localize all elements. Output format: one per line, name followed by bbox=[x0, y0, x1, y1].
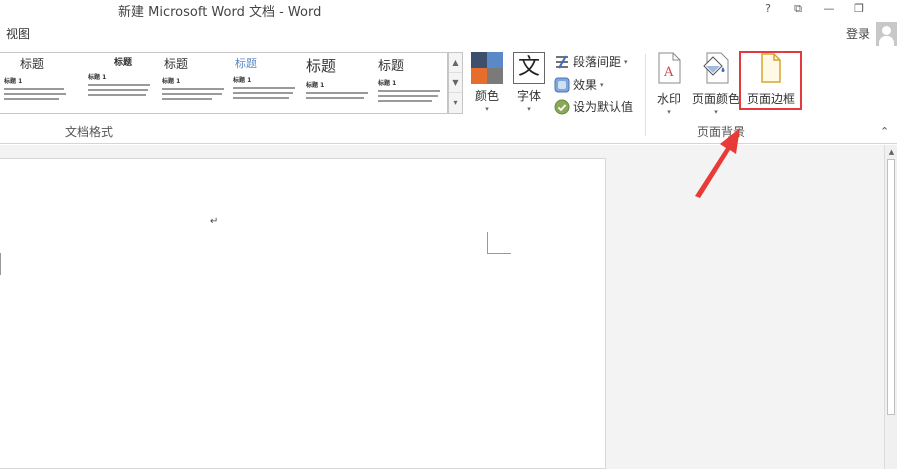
color-theme-icon bbox=[471, 52, 503, 84]
collapse-ribbon-icon[interactable]: ⌃ bbox=[880, 125, 889, 138]
title-bar: 新建 Microsoft Word 文档 - Word ? ⧉ — ❐ bbox=[0, 0, 897, 20]
style-thumbnail[interactable]: 标题 标题 1 bbox=[306, 55, 376, 113]
fonts-dropdown-icon: ▾ bbox=[527, 105, 531, 113]
tab-view[interactable]: 视图 bbox=[6, 25, 30, 42]
user-avatar-icon[interactable] bbox=[876, 22, 897, 46]
page-color-label: 页面颜色 bbox=[691, 92, 740, 106]
style-thumbnail[interactable]: 标题 标题 1 bbox=[162, 55, 232, 113]
annotation-highlight-box bbox=[739, 51, 802, 110]
watermark-dropdown-icon: ▾ bbox=[667, 108, 671, 116]
paragraph-spacing-dropdown-icon: ▾ bbox=[624, 57, 628, 66]
page-color-dropdown-icon: ▾ bbox=[714, 108, 718, 116]
document-page[interactable] bbox=[0, 158, 606, 469]
red-arrow-icon bbox=[695, 128, 740, 198]
paragraph-spacing-label: 段落间距 bbox=[573, 55, 622, 69]
set-as-default-button[interactable]: 设为默认值 bbox=[554, 98, 633, 115]
watermark-icon: A bbox=[658, 52, 681, 84]
colors-dropdown-icon: ▾ bbox=[485, 105, 489, 113]
gallery-more-icon[interactable]: ▾ bbox=[449, 93, 462, 113]
help-button[interactable]: ? bbox=[756, 1, 780, 17]
window-title: 新建 Microsoft Word 文档 - Word bbox=[118, 5, 322, 20]
fonts-button[interactable]: 文 字体 ▾ bbox=[512, 52, 546, 113]
effects-dropdown-icon: ▾ bbox=[600, 80, 604, 89]
effects-label: 效果 bbox=[573, 78, 598, 92]
style-thumbnail[interactable]: 标题 标题 1 bbox=[378, 55, 447, 113]
effects-button[interactable]: 效果 ▾ bbox=[554, 76, 604, 93]
paragraph-spacing-button[interactable]: 段落间距 ▾ bbox=[554, 53, 628, 70]
group-divider bbox=[645, 54, 646, 136]
style-thumbnail[interactable]: 标题 标题 1 bbox=[88, 55, 158, 113]
fonts-label: 字体 bbox=[516, 89, 541, 103]
watermark-button[interactable]: A 水印 ▾ bbox=[652, 52, 686, 116]
group-label-document-format: 文档格式 bbox=[65, 125, 114, 139]
ribbon-tabs: 视图 登录 bbox=[0, 22, 897, 46]
paint-bucket-icon bbox=[703, 52, 729, 84]
paragraph-spacing-icon bbox=[556, 54, 568, 69]
watermark-label: 水印 bbox=[656, 92, 681, 106]
effects-icon bbox=[554, 77, 570, 92]
checkmark-icon bbox=[554, 99, 570, 114]
restore-button[interactable]: ❐ bbox=[847, 1, 871, 17]
gallery-scroll-up-icon[interactable]: ▲ bbox=[449, 53, 462, 73]
vertical-scrollbar[interactable]: ▲ bbox=[884, 145, 897, 469]
svg-text:A: A bbox=[663, 65, 674, 80]
gallery-scroll-down-icon[interactable]: ▼ bbox=[449, 73, 462, 93]
paragraph-mark: ↵ bbox=[210, 216, 219, 227]
font-theme-icon: 文 bbox=[513, 52, 545, 84]
style-thumbnail[interactable]: 标题 标题 1 bbox=[233, 55, 303, 113]
sign-in-link[interactable]: 登录 bbox=[846, 25, 870, 42]
minimize-button[interactable]: — bbox=[817, 1, 841, 17]
colors-button[interactable]: 颜色 ▾ bbox=[470, 52, 504, 113]
page-color-button[interactable]: 页面颜色 ▾ bbox=[690, 52, 742, 116]
document-style-gallery: 标题 标题 1 标题 标题 1 标题 标题 1 标题 标题 1 标题 标题 1 … bbox=[0, 52, 448, 114]
margin-corner-mark bbox=[487, 232, 511, 254]
set-as-default-label: 设为默认值 bbox=[573, 100, 634, 114]
style-thumbnail[interactable]: 标题 标题 1 bbox=[4, 55, 74, 113]
ribbon-display-options-button[interactable]: ⧉ bbox=[786, 1, 810, 17]
colors-label: 颜色 bbox=[474, 89, 499, 103]
scroll-up-icon[interactable]: ▲ bbox=[886, 145, 897, 159]
gallery-scrollbar[interactable]: ▲ ▼ ▾ bbox=[448, 52, 463, 114]
cursor-mark bbox=[0, 253, 1, 275]
scrollbar-thumb[interactable] bbox=[887, 159, 895, 415]
